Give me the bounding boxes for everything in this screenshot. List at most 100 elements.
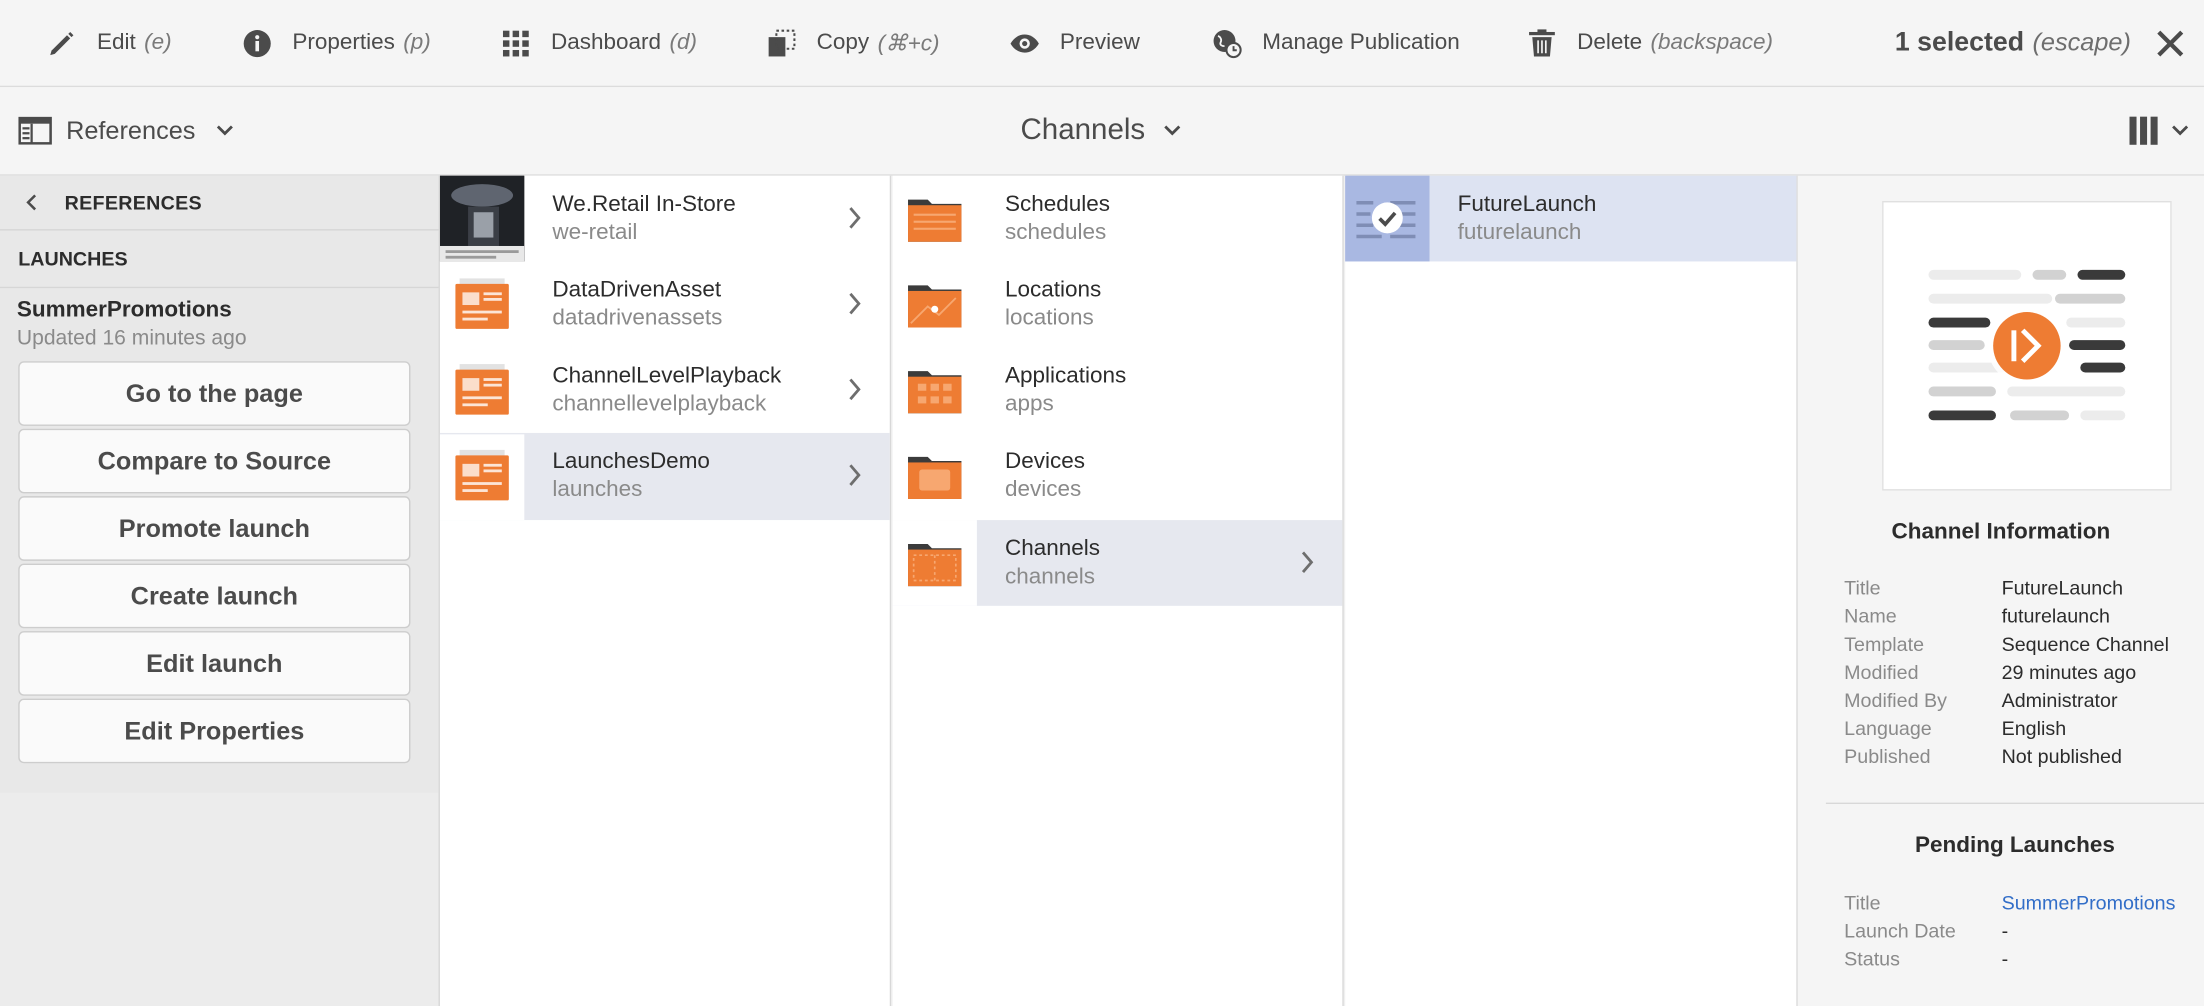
prop-key: Modified: [1844, 660, 1919, 684]
folder-thumbnail: [893, 434, 977, 520]
references-header-label: REFERENCES: [64, 191, 202, 214]
list-item[interactable]: DataDrivenAsset datadrivenassets: [440, 261, 890, 347]
prop-value: -: [2001, 947, 2009, 970]
prop-value: Not published: [2001, 744, 2122, 768]
prop-row: Language English: [1844, 717, 2195, 739]
folder-thumbnail: [893, 261, 977, 347]
prop-row: Name futurelaunch: [1844, 604, 2195, 626]
folder-thumbnail: [893, 176, 977, 262]
compare-to-source-button[interactable]: Compare to Source: [18, 428, 411, 494]
preview-label: Preview: [1059, 30, 1140, 55]
page-title[interactable]: Channels: [1020, 87, 1181, 174]
properties-label: Properties: [292, 30, 395, 55]
launch-badge-icon: [1993, 312, 2061, 380]
item-name: schedules: [1005, 219, 1107, 244]
edit-properties-button[interactable]: Edit Properties: [18, 698, 411, 764]
item-title: LaunchesDemo: [552, 449, 710, 474]
chevron-right-icon[interactable]: [848, 291, 862, 316]
folder-thumbnail: [893, 347, 977, 433]
list-item[interactable]: We.Retail In-Store we-retail: [439, 175, 890, 262]
rail-toggle-label: References: [66, 115, 196, 145]
dashboard-shortcut: (d): [669, 30, 697, 55]
preview-button[interactable]: Preview: [1009, 0, 1140, 86]
rail-toggle-button[interactable]: References: [18, 87, 249, 174]
list-item[interactable]: Schedules schedules: [893, 176, 1343, 262]
details-panel: Channel Information Title FutureLaunch Na…: [1797, 175, 2204, 1006]
chevron-right-icon[interactable]: [848, 205, 862, 230]
close-icon[interactable]: [2151, 24, 2190, 63]
item-name: channels: [1005, 564, 1096, 589]
dashboard-button[interactable]: Dashboard (d): [500, 0, 697, 86]
edit-button[interactable]: Edit (e): [46, 0, 172, 86]
item-title: Devices: [1005, 449, 1086, 474]
prop-row: Status -: [1844, 947, 2195, 969]
launches-section-header: LAUNCHES: [0, 231, 439, 289]
item-name: apps: [1005, 391, 1054, 416]
edit-label: Edit: [96, 30, 136, 55]
prop-key: Published: [1844, 744, 1931, 768]
create-launch-button[interactable]: Create launch: [18, 563, 411, 629]
list-item[interactable]: LaunchesDemo launches: [439, 432, 890, 521]
properties-button[interactable]: Properties (p): [242, 0, 431, 86]
references-header[interactable]: REFERENCES: [0, 176, 439, 231]
item-name: launches: [552, 477, 643, 502]
references-panel: REFERENCES LAUNCHES SummerPromotions Upd…: [0, 175, 439, 793]
pending-launches-title: Pending Launches: [1914, 833, 2115, 858]
list-item[interactable]: Locations locations: [893, 261, 1343, 347]
view-switcher[interactable]: [2128, 87, 2190, 174]
folder-thumbnail: [440, 347, 524, 433]
item-title: DataDrivenAsset: [552, 277, 722, 302]
folder-thumbnail: [439, 433, 525, 520]
item-name: datadrivenassets: [552, 305, 723, 330]
folder-thumbnail: [892, 520, 977, 606]
manage-publication-button[interactable]: Manage Publication: [1212, 0, 1460, 86]
chevron-right-icon[interactable]: [848, 462, 862, 487]
divider: [1825, 802, 2204, 805]
chevron-right-icon[interactable]: [848, 377, 862, 402]
delete-label: Delete: [1577, 30, 1643, 55]
list-item[interactable]: Devices devices: [893, 433, 1343, 520]
grid-icon: [502, 29, 529, 56]
chevron-right-icon[interactable]: [1300, 550, 1314, 575]
pencil-icon: [50, 31, 74, 55]
list-item[interactable]: Channels channels: [892, 520, 1343, 606]
prop-value: 29 minutes ago: [2001, 660, 2137, 684]
channel-preview-image: [1882, 201, 2172, 491]
edit-launch-button[interactable]: Edit launch: [18, 631, 411, 696]
chevron-left-icon[interactable]: [25, 193, 39, 213]
item-name: channellevelplayback: [552, 391, 767, 416]
dashboard-label: Dashboard: [551, 30, 662, 55]
check-circle-icon: [1371, 202, 1403, 234]
chevron-down-icon: [1163, 125, 1180, 136]
copy-label: Copy: [816, 30, 870, 55]
item-title: ChannelLevelPlayback: [552, 363, 782, 388]
pending-launch-link[interactable]: SummerPromotions: [2002, 891, 2176, 913]
delete-button[interactable]: Delete (backspace): [1526, 0, 1773, 86]
prop-value: -: [2001, 919, 2009, 942]
prop-row: Modified By Administrator: [1844, 689, 2195, 711]
prop-key: Status: [1844, 947, 1900, 970]
copy-shortcut: (⌘+c): [877, 31, 940, 56]
list-item[interactable]: Applications apps: [893, 347, 1343, 433]
item-name: we-retail: [552, 219, 638, 244]
copy-button[interactable]: Copy (⌘+c): [766, 0, 939, 86]
rail-icon: [18, 116, 52, 145]
go-to-page-button[interactable]: Go to the page: [18, 361, 411, 426]
item-title: Applications: [1005, 363, 1127, 388]
prop-value: futurelaunch: [2001, 604, 2110, 627]
list-item[interactable]: FutureLaunch futurelaunch: [1345, 175, 1797, 262]
info-icon: [243, 29, 271, 57]
item-title: FutureLaunch: [1457, 191, 1597, 216]
column-sites: We.Retail In-Store we-retail DataDrivenA…: [439, 175, 892, 1006]
action-bar: Edit (e) Properties (p) Dashboard (d) Co…: [0, 0, 2204, 88]
item-name: locations: [1005, 305, 1094, 330]
prop-value: Sequence Channel: [2001, 632, 2170, 656]
list-item[interactable]: ChannelLevelPlayback channellevelplaybac…: [440, 347, 890, 433]
item-title: Schedules: [1005, 191, 1111, 216]
item-name: futurelaunch: [1457, 219, 1582, 244]
prop-key: Title: [1844, 576, 1881, 599]
channel-info-title: Channel Information: [1891, 520, 2111, 544]
title-bar: References Channels: [0, 87, 2204, 176]
promote-launch-button[interactable]: Promote launch: [18, 496, 411, 561]
prop-key: Name: [1844, 604, 1897, 627]
